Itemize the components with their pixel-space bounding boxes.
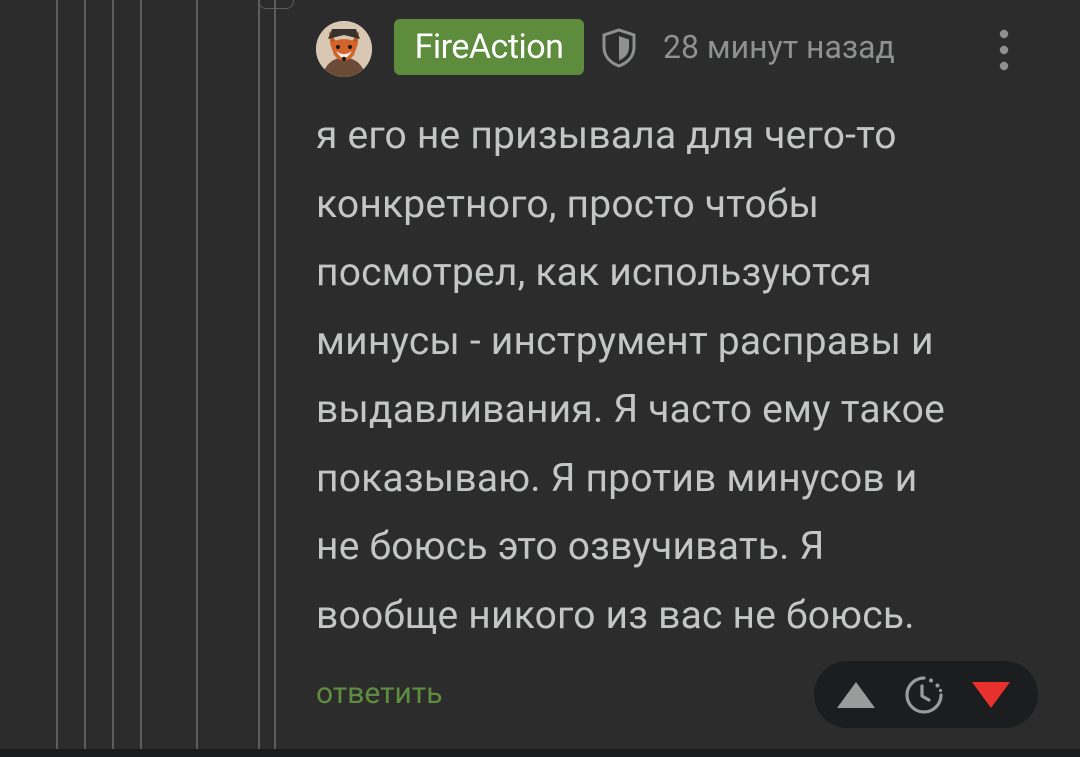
thread-line-2 [84,0,86,757]
thread-line-3 [112,0,114,757]
comment-text: я его не призывала для чего-то конкретно… [316,101,1056,649]
thread-line-4 [140,0,142,757]
comment-timestamp: 28 минут назад [663,28,895,66]
shield-icon[interactable] [597,26,641,70]
more-options-icon[interactable] [990,24,1018,76]
thread-line-1 [56,0,58,757]
thread-line-7 [274,0,276,757]
comment-line: конкретного, просто чтобы [316,180,820,227]
comment-line: не боюсь это озвучивать. Я [316,523,825,569]
thread-collapse-toggle[interactable] [258,0,294,9]
comment-line: минусы - инструмент расправы и [316,317,934,364]
comment-line: посмотрел, как используются [316,249,872,295]
downvote-arrow-icon[interactable] [970,680,1012,710]
comment-line: я его не призывала для чего-то [316,112,897,158]
avatar[interactable] [316,21,372,77]
thread-line-5 [196,0,198,757]
upvote-arrow-icon[interactable] [834,679,878,711]
comment-line: вообще никого из вас не боюсь. [316,591,915,638]
comment-line: показываю. Я против минусов и [316,454,918,501]
reply-link[interactable]: ответить [316,672,443,716]
bottom-divider [0,749,1080,757]
comment-line: выдавливания. Я часто ему такое [316,386,945,432]
rating-timer-icon[interactable] [901,672,947,718]
author-username[interactable]: FireAction [394,19,584,75]
fox-avatar-icon [316,21,372,77]
thread-line-6 [258,0,260,757]
